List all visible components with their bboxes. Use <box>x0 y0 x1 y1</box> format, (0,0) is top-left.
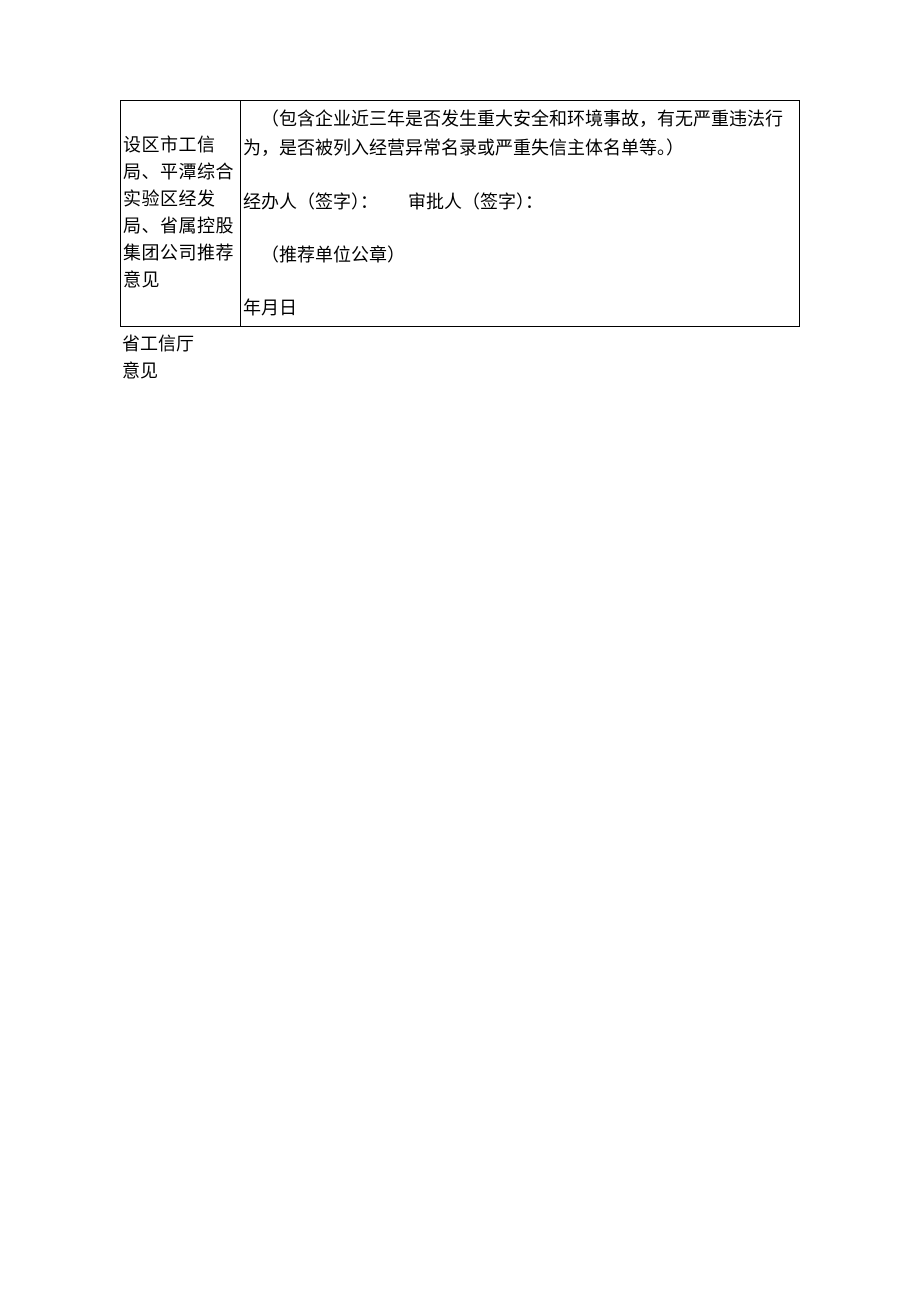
provincial-opinion-line1: 省工信厅 <box>122 331 800 358</box>
provincial-opinion-section: 省工信厅 意见 <box>120 331 800 385</box>
recommendation-content-cell: （包含企业近三年是否发生重大安全和环境事故，有无严重违法行为，是否被列入经营异常… <box>241 101 799 326</box>
recommendation-label: 设区市工信局、平潭综合实验区经发局、省属控股集团公司推荐意见 <box>123 132 238 294</box>
recommendation-note: （包含企业近三年是否发生重大安全和环境事故，有无严重违法行为，是否被列入经营异常… <box>243 105 797 163</box>
recommendation-row: 设区市工信局、平潭综合实验区经发局、省属控股集团公司推荐意见 （包含企业近三年是… <box>120 100 800 327</box>
date-label: 年月日 <box>243 295 797 322</box>
approver-signature-label: 审批人（签字）： <box>408 189 543 216</box>
provincial-opinion-line2: 意见 <box>122 358 800 385</box>
recommendation-label-cell: 设区市工信局、平潭综合实验区经发局、省属控股集团公司推荐意见 <box>121 101 241 326</box>
stamp-label: （推荐单位公章） <box>243 242 797 269</box>
signature-line: 经办人（签字）： 审批人（签字）： <box>243 189 797 216</box>
approval-table: 设区市工信局、平潭综合实验区经发局、省属控股集团公司推荐意见 （包含企业近三年是… <box>120 100 800 327</box>
handler-signature-label: 经办人（签字）： <box>243 189 378 216</box>
